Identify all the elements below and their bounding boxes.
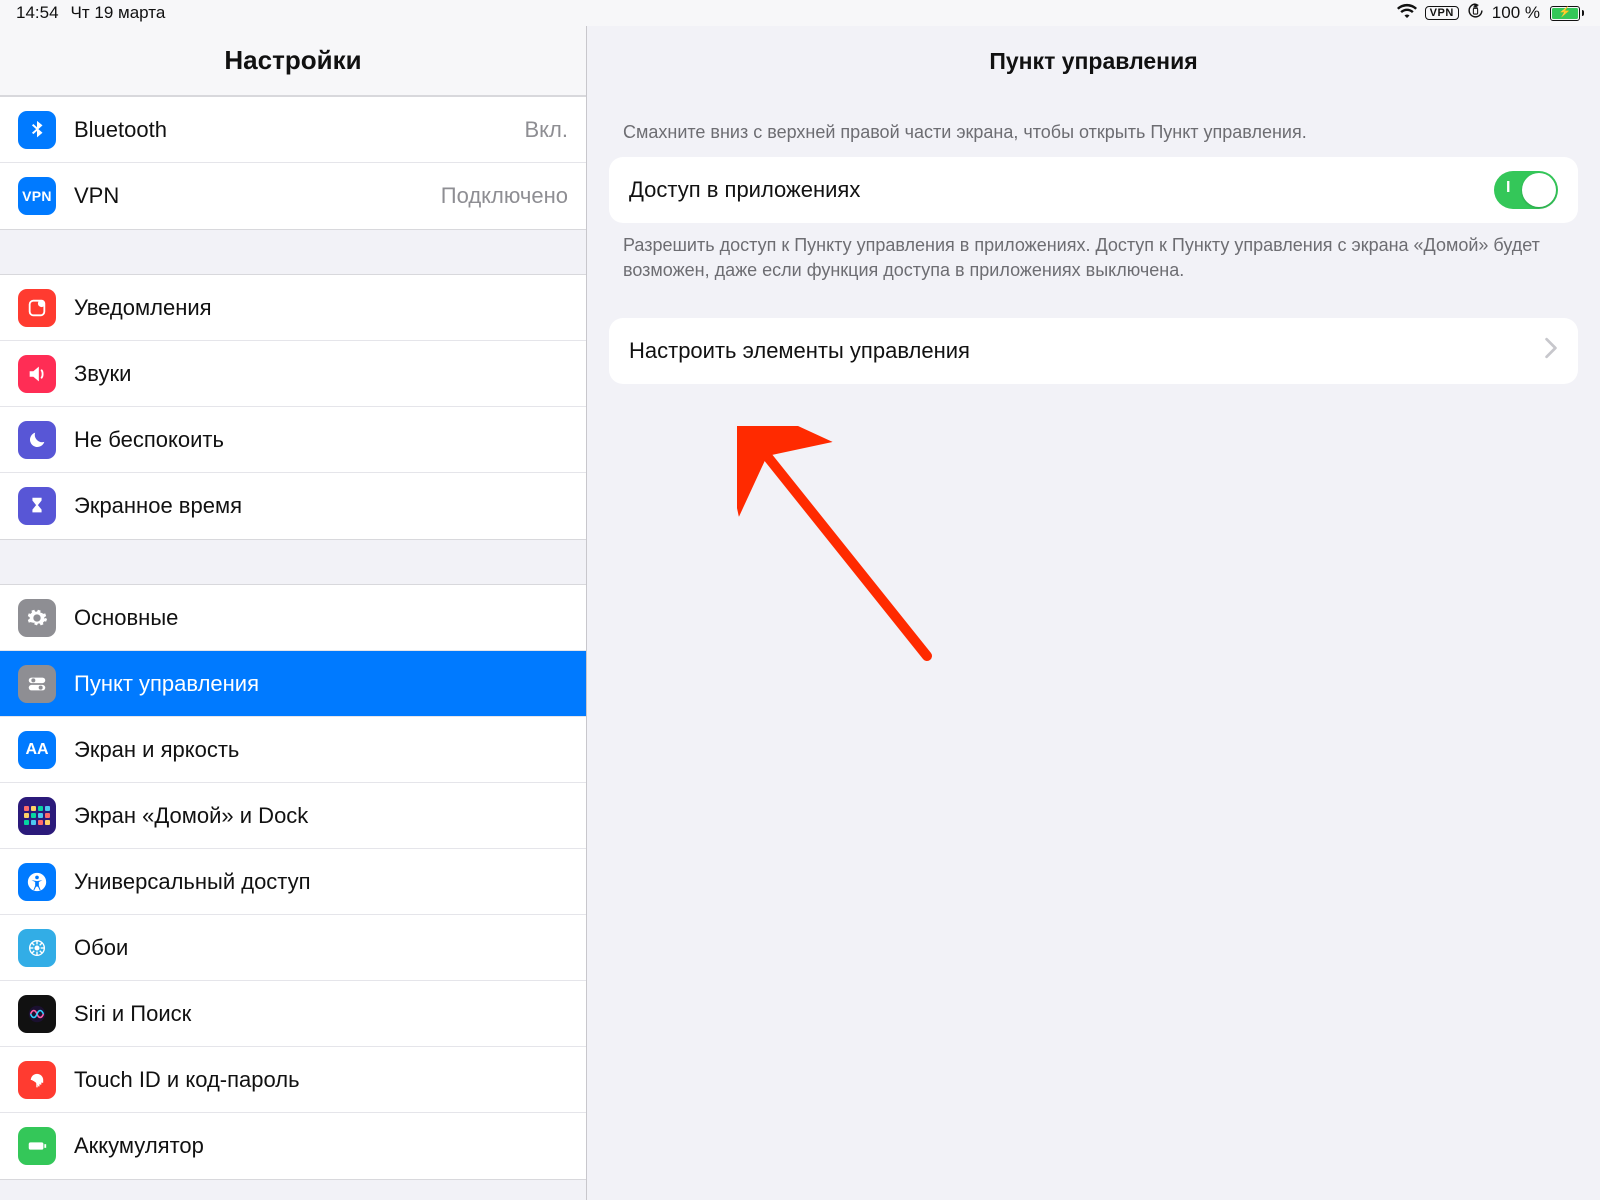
sidebar-item-value: Вкл. [525, 117, 569, 143]
battery-icon: ⚡ [1548, 6, 1584, 21]
siri-icon [18, 995, 56, 1033]
sidebar-item-label: Звуки [74, 361, 568, 387]
chevron-right-icon [1544, 337, 1558, 365]
battery-settings-icon [18, 1127, 56, 1165]
sidebar-item-notifications[interactable]: Уведомления [0, 275, 586, 341]
detail-hint-below: Разрешить доступ к Пункту управления в п… [609, 223, 1578, 283]
sidebar-item-label: Аккумулятор [74, 1133, 568, 1159]
sidebar-item-vpn[interactable]: VPN VPN Подключено [0, 163, 586, 229]
home-screen-icon [18, 797, 56, 835]
battery-percent: 100 % [1492, 3, 1540, 23]
orientation-lock-icon [1467, 2, 1484, 24]
status-time: 14:54 [16, 3, 59, 23]
sidebar-title: Настройки [0, 26, 586, 96]
sidebar-item-label: Touch ID и код-пароль [74, 1067, 568, 1093]
sidebar-item-label: Экран «Домой» и Dock [74, 803, 568, 829]
settings-sidebar: Настройки Bluetooth Вкл. VPN VPN Подключ… [0, 26, 587, 1200]
sidebar-item-screen-time[interactable]: Экранное время [0, 473, 586, 539]
detail-pane: Пункт управления Смахните вниз с верхней… [587, 26, 1600, 1200]
sidebar-item-bluetooth[interactable]: Bluetooth Вкл. [0, 97, 586, 163]
sidebar-item-label: VPN [74, 183, 441, 209]
hourglass-icon [18, 487, 56, 525]
status-date: Чт 19 марта [71, 3, 166, 23]
annotation-arrow [737, 426, 957, 686]
sidebar-item-label: Экран и яркость [74, 737, 568, 763]
vpn-icon: VPN [18, 177, 56, 215]
sidebar-item-sounds[interactable]: Звуки [0, 341, 586, 407]
sidebar-item-touch-id[interactable]: Touch ID и код-пароль [0, 1047, 586, 1113]
sidebar-item-label: Основные [74, 605, 568, 631]
customize-controls-row[interactable]: Настроить элементы управления [609, 318, 1578, 384]
text-size-icon: AA [18, 731, 56, 769]
notifications-icon [18, 289, 56, 327]
gear-icon [18, 599, 56, 637]
detail-hint-top: Смахните вниз с верхней правой части экр… [609, 96, 1578, 157]
sidebar-item-value: Подключено [441, 183, 568, 209]
sidebar-item-siri[interactable]: Siri и Поиск [0, 981, 586, 1047]
sidebar-item-label: Не беспокоить [74, 427, 568, 453]
switches-icon [18, 665, 56, 703]
access-within-apps-toggle[interactable] [1494, 171, 1558, 209]
detail-title: Пункт управления [587, 26, 1600, 96]
sidebar-item-label: Обои [74, 935, 568, 961]
sidebar-item-display[interactable]: AA Экран и яркость [0, 717, 586, 783]
sidebar-item-general[interactable]: Основные [0, 585, 586, 651]
sidebar-item-label: Уведомления [74, 295, 568, 321]
sidebar-item-label: Bluetooth [74, 117, 525, 143]
wifi-icon [1397, 3, 1417, 23]
status-bar: 14:54 Чт 19 марта VPN 100 % ⚡ [0, 0, 1600, 26]
bluetooth-icon [18, 111, 56, 149]
sidebar-item-label: Пункт управления [74, 671, 568, 697]
toggle-label: Доступ в приложениях [629, 177, 860, 203]
sidebar-item-label: Универсальный доступ [74, 869, 568, 895]
sidebar-item-wallpaper[interactable]: Обои [0, 915, 586, 981]
sidebar-item-label: Siri и Поиск [74, 1001, 568, 1027]
fingerprint-icon [18, 1061, 56, 1099]
wallpaper-icon [18, 929, 56, 967]
access-within-apps-row: Доступ в приложениях [609, 157, 1578, 223]
accessibility-icon [18, 863, 56, 901]
vpn-badge: VPN [1425, 6, 1459, 20]
moon-icon [18, 421, 56, 459]
sidebar-item-label: Экранное время [74, 493, 568, 519]
sidebar-item-do-not-disturb[interactable]: Не беспокоить [0, 407, 586, 473]
sounds-icon [18, 355, 56, 393]
sidebar-item-home-dock[interactable]: Экран «Домой» и Dock [0, 783, 586, 849]
sidebar-item-control-center[interactable]: Пункт управления [0, 651, 586, 717]
sidebar-item-accessibility[interactable]: Универсальный доступ [0, 849, 586, 915]
sidebar-item-battery[interactable]: Аккумулятор [0, 1113, 586, 1179]
customize-controls-label: Настроить элементы управления [629, 338, 970, 364]
